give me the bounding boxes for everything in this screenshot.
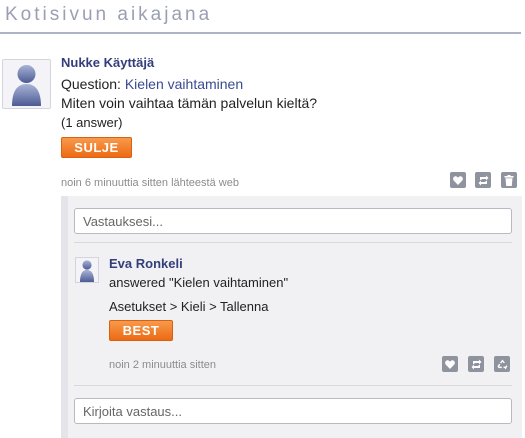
question-title-link[interactable]: Kielen vaihtaminen [125,76,243,92]
user-silhouette-icon [80,260,94,282]
answer-body: Asetukset > Kieli > Tallenna [109,299,269,314]
question-prefix: Question: [61,76,125,92]
repost-icon[interactable] [468,356,484,372]
avatar[interactable] [2,59,51,109]
post-meta: noin 6 minuuttia sitten lähteestä web [61,177,239,189]
user-silhouette-icon [12,65,41,106]
close-button[interactable]: SULJE [61,137,132,158]
divider [74,385,512,386]
heart-icon[interactable] [450,172,466,188]
avatar[interactable] [75,257,99,283]
recycle-icon[interactable] [494,356,510,372]
answer-count: (1 answer) [61,115,123,130]
post-author[interactable]: Nukke Käyttäjä [61,55,154,70]
comment-input[interactable] [74,398,512,424]
thread-gutter [61,196,68,438]
title-divider [0,32,521,34]
page-title: Kotisivun aikajana [5,4,213,25]
answer-author[interactable]: Eva Ronkeli [109,256,183,271]
best-answer-button[interactable]: BEST [109,320,173,341]
divider [74,242,512,243]
repost-icon[interactable] [475,172,491,188]
heart-icon[interactable] [442,356,458,372]
answer-input[interactable] [74,208,512,234]
question-line: Question: Kielen vaihtaminen [61,76,243,92]
answer-meta: noin 2 minuuttia sitten [109,359,217,371]
question-body: Miten voin vaihtaa tämän palvelun kieltä… [61,95,318,111]
answer-action-text: answered "Kielen vaihtaminen" [109,275,289,290]
trash-icon[interactable] [501,172,517,188]
